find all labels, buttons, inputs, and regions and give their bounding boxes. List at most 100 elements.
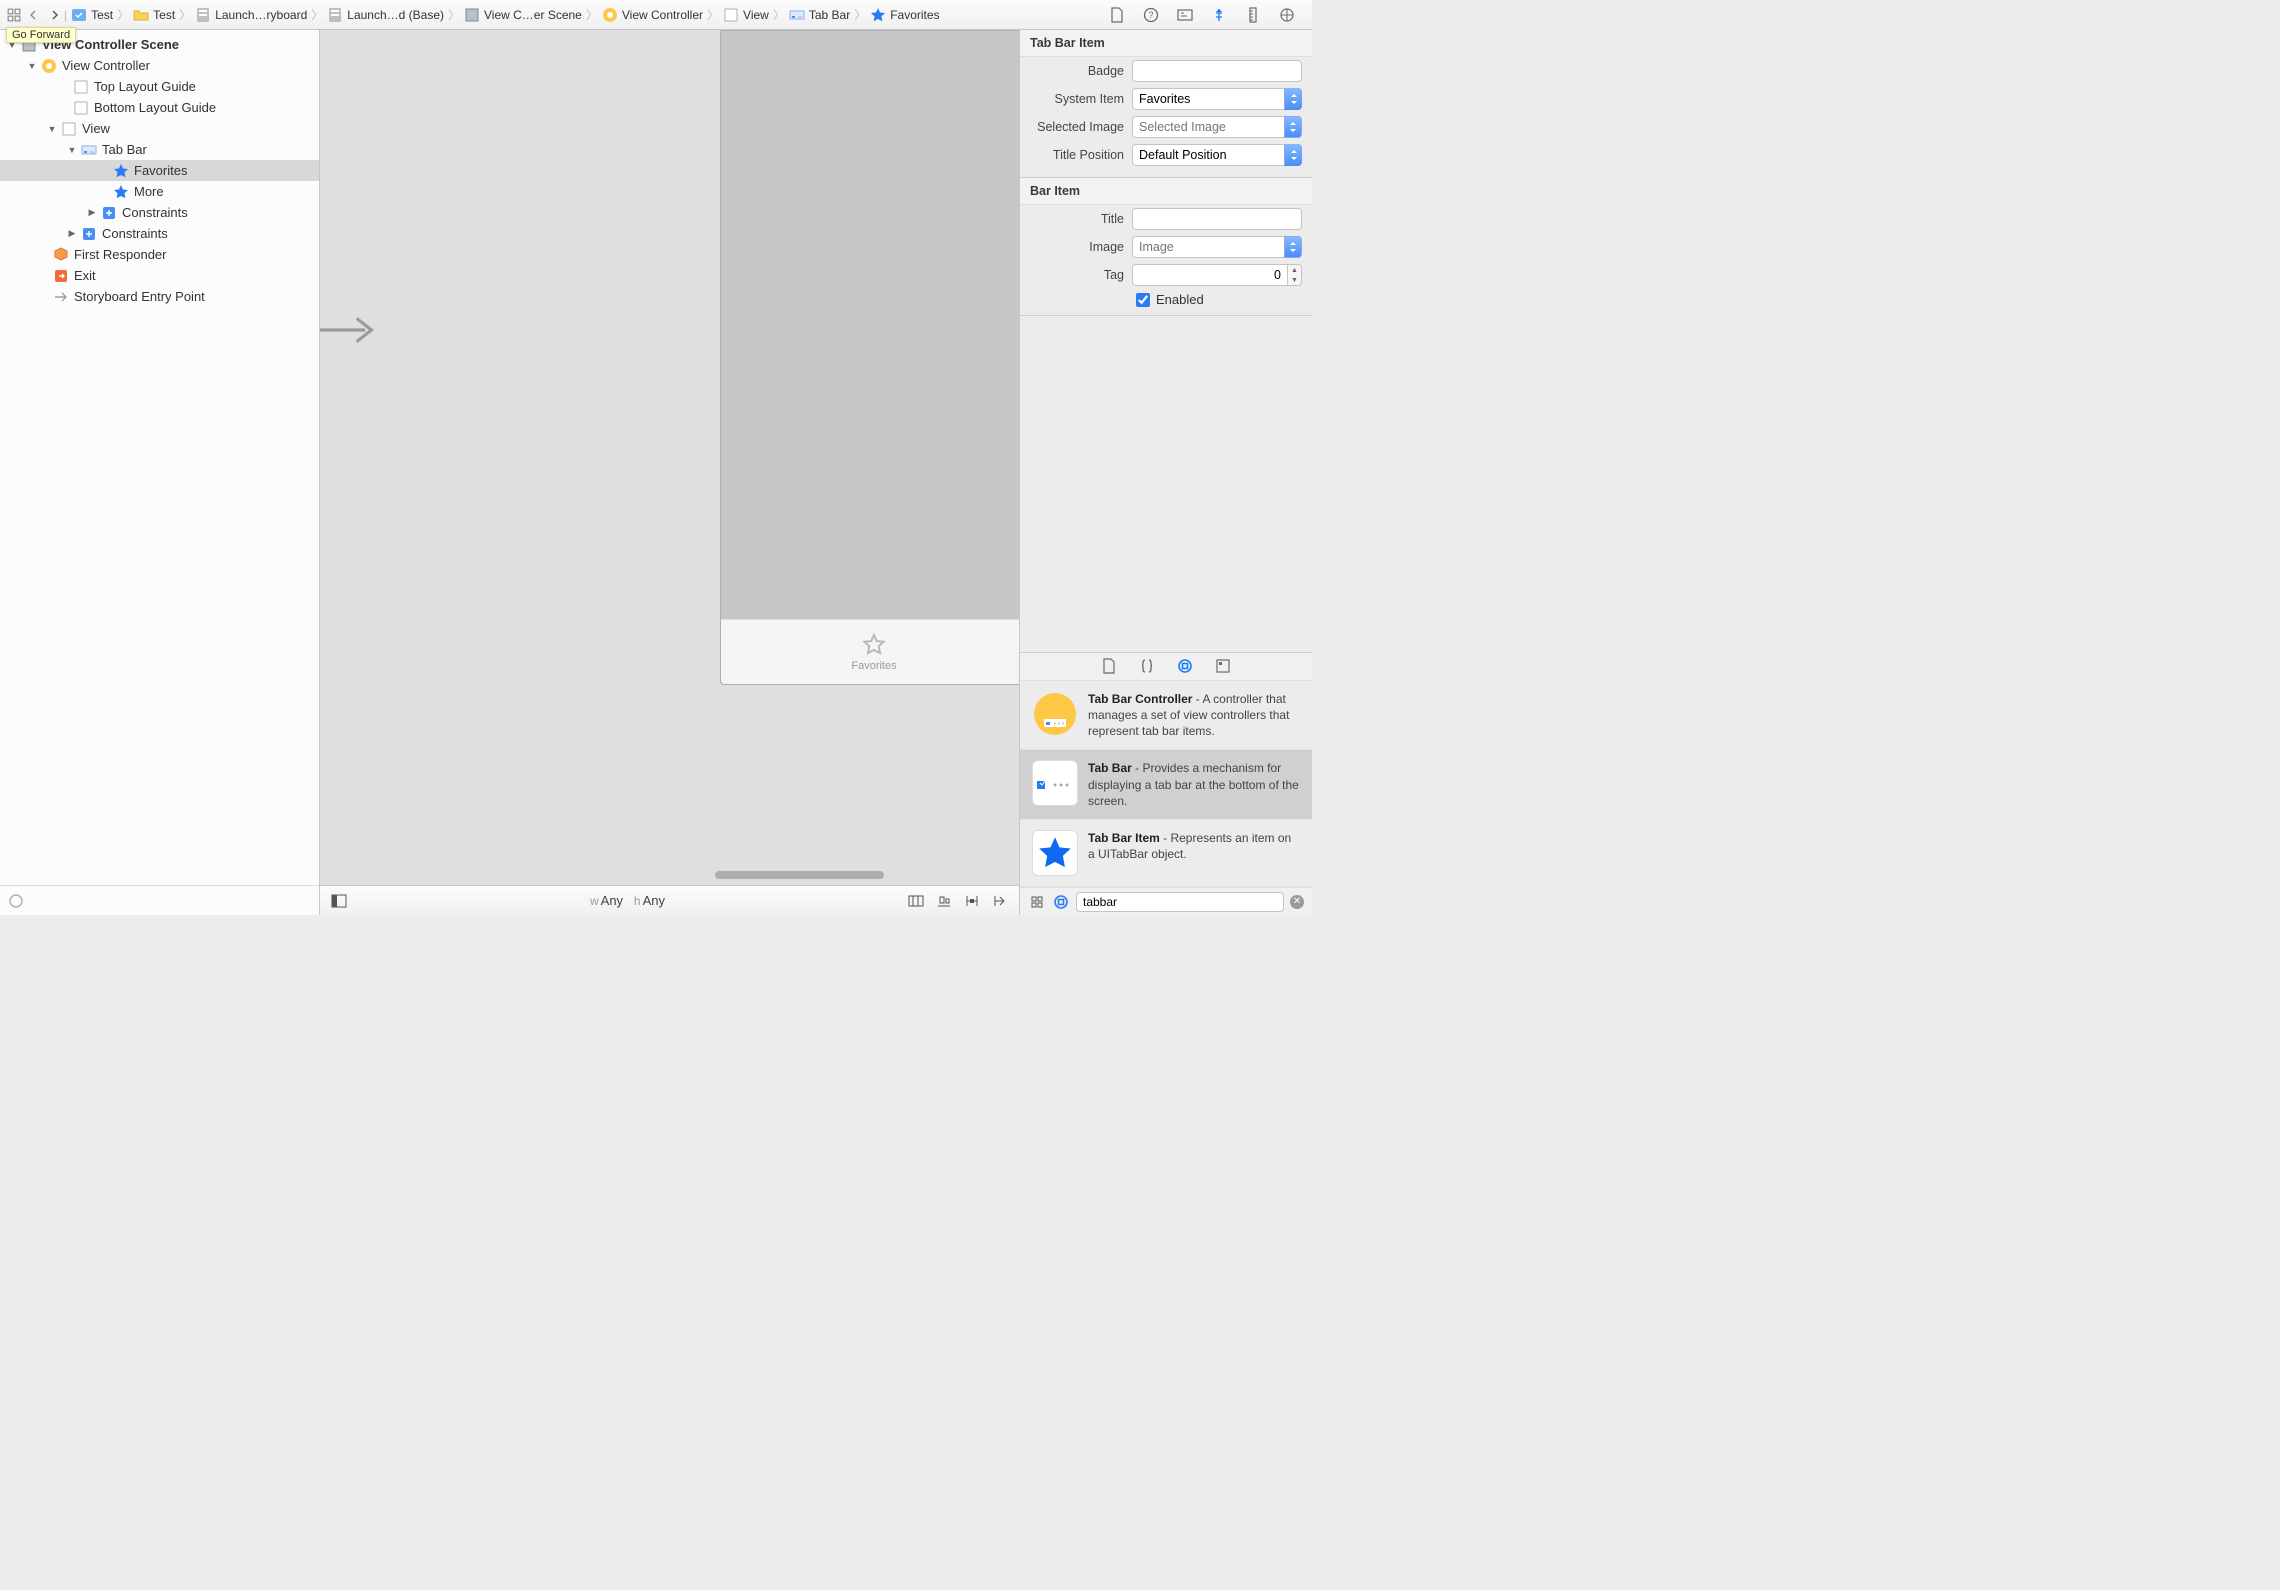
quick-help-tab[interactable]: [1142, 6, 1160, 24]
constraints-icon: [80, 225, 98, 243]
size-inspector-tab[interactable]: [1244, 6, 1262, 24]
more-row[interactable]: More: [0, 181, 319, 202]
row-label: Tab Bar: [102, 142, 147, 157]
image-input[interactable]: [1132, 236, 1284, 258]
crumb-tabbar[interactable]: Tab Bar: [785, 7, 854, 23]
first-responder-row[interactable]: First Responder: [0, 244, 319, 265]
canvas-horizontal-scrollbar[interactable]: [700, 869, 899, 881]
title-position-select[interactable]: Default Position: [1132, 144, 1302, 166]
bottom-layout-guide-row[interactable]: Bottom Layout Guide: [0, 97, 319, 118]
tab-bar-item-section: Tab Bar Item Badge System Item Favorites…: [1020, 30, 1312, 178]
crumb-favorites[interactable]: Favorites: [866, 7, 943, 23]
go-forward-button[interactable]: [46, 7, 62, 23]
object-library: Tab Bar Controller - A controller that m…: [1020, 652, 1312, 915]
attributes-inspector-tab[interactable]: [1210, 6, 1228, 24]
library-item-title: Tab Bar Controller: [1088, 692, 1192, 706]
size-class-control[interactable]: wAny hAny: [350, 893, 905, 908]
exit-icon: [52, 267, 70, 285]
file-inspector-tab[interactable]: [1108, 6, 1126, 24]
library-list[interactable]: Tab Bar Controller - A controller that m…: [1020, 681, 1312, 887]
file-template-library-tab[interactable]: [1100, 657, 1118, 675]
code-snippet-library-tab[interactable]: [1138, 657, 1156, 675]
crumb-folder[interactable]: Test: [129, 7, 179, 23]
stack-tool-button[interactable]: [905, 890, 927, 912]
outline-filter[interactable]: [0, 885, 319, 915]
related-items-button[interactable]: [6, 7, 22, 23]
enabled-checkbox[interactable]: [1136, 293, 1150, 307]
tab-label: Favorites: [851, 660, 896, 672]
crumb-label: Tab Bar: [809, 8, 850, 22]
selected-image-input[interactable]: [1132, 116, 1284, 138]
media-library-tab[interactable]: [1214, 657, 1232, 675]
tabbarcontroller-icon: [1032, 691, 1078, 737]
star-icon: [112, 183, 130, 201]
library-view-grid-button[interactable]: [1028, 893, 1046, 911]
crumb-viewcontroller[interactable]: View Controller: [598, 7, 707, 23]
exit-row[interactable]: Exit: [0, 265, 319, 286]
tabbaritem-lib-icon: [1032, 830, 1078, 876]
scheme-icon: [71, 7, 87, 23]
toggle-outline-button[interactable]: [328, 890, 350, 912]
title-position-label: Title Position: [1020, 148, 1132, 162]
selected-image-dropdown[interactable]: [1284, 116, 1302, 138]
library-item-tabbar[interactable]: Tab Bar - Provides a mechanism for displ…: [1020, 750, 1312, 820]
viewcontroller-row[interactable]: View Controller: [0, 55, 319, 76]
top-layout-guide-row[interactable]: Top Layout Guide: [0, 76, 319, 97]
row-label: Favorites: [134, 163, 187, 178]
pin-tool-button[interactable]: [961, 890, 983, 912]
crumb-storyboard-base[interactable]: Launch…d (Base): [323, 7, 448, 23]
entry-point-row[interactable]: Storyboard Entry Point: [0, 286, 319, 307]
storyboard-icon: [195, 7, 211, 23]
align-tool-button[interactable]: [933, 890, 955, 912]
connections-inspector-tab[interactable]: [1278, 6, 1296, 24]
favorites-row[interactable]: Favorites: [0, 160, 319, 181]
object-library-tab[interactable]: [1176, 657, 1194, 675]
resolve-autolayout-button[interactable]: [989, 890, 1011, 912]
crumb-scheme[interactable]: Test: [67, 7, 117, 23]
library-item-tabbaritem[interactable]: Tab Bar Item - Represents an item on a U…: [1020, 820, 1312, 887]
view-row[interactable]: View: [0, 118, 319, 139]
crumb-storyboard[interactable]: Launch…ryboard: [191, 7, 311, 23]
canvas[interactable]: Favorites More: [320, 30, 1019, 885]
row-label: Constraints: [122, 205, 188, 220]
row-label: First Responder: [74, 247, 166, 262]
go-back-button[interactable]: [26, 7, 42, 23]
star-outline-icon: [861, 632, 887, 658]
system-item-select[interactable]: Favorites: [1132, 88, 1302, 110]
row-label: Bottom Layout Guide: [94, 100, 216, 115]
clear-search-button[interactable]: ✕: [1290, 895, 1304, 909]
row-label: Top Layout Guide: [94, 79, 196, 94]
tag-stepper[interactable]: ▲▼: [1288, 264, 1302, 286]
section-header: Bar Item: [1020, 178, 1312, 205]
constraints-icon: [100, 204, 118, 222]
row-label: Storyboard Entry Point: [74, 289, 205, 304]
view-controller-canvas[interactable]: Favorites More: [720, 30, 1019, 685]
cube-icon: [52, 246, 70, 264]
library-item-tabbarcontroller[interactable]: Tab Bar Controller - A controller that m…: [1020, 681, 1312, 751]
tabbar-icon: [80, 141, 98, 159]
tabbar-row[interactable]: Tab Bar: [0, 139, 319, 160]
tab-favorites[interactable]: Favorites: [721, 619, 1019, 684]
badge-label: Badge: [1020, 64, 1132, 78]
star-icon: [870, 7, 886, 23]
inspector-panel: Tab Bar Item Badge System Item Favorites…: [1020, 30, 1312, 915]
title-input[interactable]: [1132, 208, 1302, 230]
constraints-inner-row[interactable]: Constraints: [0, 202, 319, 223]
library-search-input[interactable]: [1076, 892, 1284, 912]
viewcontroller-icon: [602, 7, 618, 23]
tag-input[interactable]: [1132, 264, 1288, 286]
crumb-label: Favorites: [890, 8, 939, 22]
selected-image-label: Selected Image: [1020, 120, 1132, 134]
badge-input[interactable]: [1132, 60, 1302, 82]
tabbar-icon: [789, 7, 805, 23]
library-tabs: [1020, 653, 1312, 681]
crumb-view[interactable]: View: [719, 7, 773, 23]
crumb-label: Test: [153, 8, 175, 22]
image-dropdown[interactable]: [1284, 236, 1302, 258]
crumb-scene[interactable]: View C…er Scene: [460, 7, 586, 23]
identity-inspector-tab[interactable]: [1176, 6, 1194, 24]
system-item-label: System Item: [1020, 92, 1132, 106]
viewcontroller-icon: [40, 57, 58, 75]
library-item-title: Tab Bar Item: [1088, 831, 1160, 845]
constraints-outer-row[interactable]: Constraints: [0, 223, 319, 244]
